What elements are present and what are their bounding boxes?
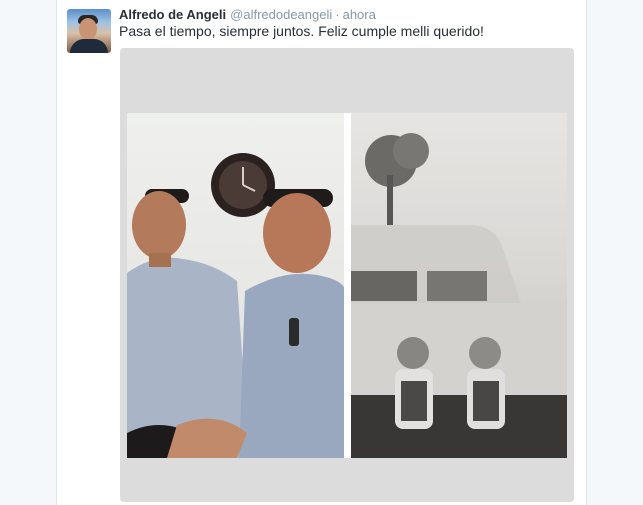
tweet-text: Pasa el tiempo, siempre juntos. Feliz cu… [119, 23, 484, 39]
tweet-media[interactable] [120, 48, 574, 502]
photo-divider [344, 113, 351, 458]
tweet-header: Alfredo de Angeli @alfredodeangeli · ahora [119, 7, 376, 22]
author-handle[interactable]: @alfredodeangeli [230, 7, 332, 22]
tweet-timestamp[interactable]: ahora [343, 7, 376, 22]
avatar-suit [70, 39, 108, 53]
meta-separator: · [335, 7, 340, 22]
photo-right [351, 113, 567, 458]
avatar-face [79, 18, 97, 40]
author-name[interactable]: Alfredo de Angeli [119, 7, 226, 22]
photo-right-illustration [351, 133, 567, 458]
tweet-card: Alfredo de Angeli @alfredodeangeli · ahora … [56, 0, 587, 505]
photo-left-illustration [127, 153, 344, 458]
photo-left [127, 113, 344, 458]
author-avatar[interactable] [67, 9, 111, 53]
